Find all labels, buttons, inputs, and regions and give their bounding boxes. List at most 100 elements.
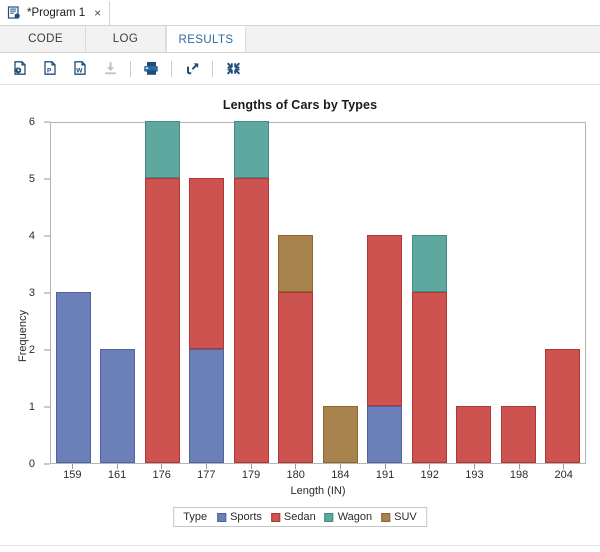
save-as-html-icon[interactable] bbox=[6, 57, 34, 81]
toolbar-separator-3 bbox=[212, 61, 213, 77]
legend-swatch-icon bbox=[325, 513, 334, 522]
x-axis-tick-label: 193 bbox=[452, 469, 497, 481]
bar-stack bbox=[145, 121, 180, 463]
tab-results[interactable]: RESULTS bbox=[166, 26, 246, 52]
bar-group[interactable] bbox=[496, 123, 541, 463]
tab-log-label: LOG bbox=[113, 33, 139, 45]
view-tab-bar: CODE LOG RESULTS bbox=[0, 26, 600, 53]
bar-stack bbox=[412, 235, 447, 463]
bar-segment-sedan[interactable] bbox=[456, 406, 491, 463]
legend-swatch-icon bbox=[381, 513, 390, 522]
tab-code[interactable]: CODE bbox=[6, 26, 86, 52]
save-as-pdf-icon[interactable]: P bbox=[36, 57, 64, 81]
bar-group[interactable] bbox=[51, 123, 96, 463]
legend-item-sedan[interactable]: Sedan bbox=[271, 511, 316, 523]
legend-item-label: Sedan bbox=[284, 511, 316, 523]
bar-segment-wagon[interactable] bbox=[145, 121, 180, 178]
legend-item-label: SUV bbox=[394, 511, 417, 523]
y-axis-tick-label: 5 bbox=[29, 173, 35, 185]
results-output-panel: Lengths of Cars by Types 0123456 Frequen… bbox=[0, 85, 600, 552]
bar-segment-wagon[interactable] bbox=[412, 235, 447, 292]
y-axis-tick-label: 1 bbox=[29, 401, 35, 413]
y-axis-tick-label: 6 bbox=[29, 116, 35, 128]
legend-swatch-icon bbox=[271, 513, 280, 522]
sas-program-icon bbox=[7, 6, 21, 20]
bar-segment-sedan[interactable] bbox=[545, 349, 580, 463]
download-icon bbox=[96, 57, 124, 81]
y-axis-tick-label: 2 bbox=[29, 344, 35, 356]
bar-group[interactable] bbox=[185, 123, 230, 463]
open-in-new-window-icon[interactable] bbox=[178, 57, 206, 81]
x-axis-tick-label: 176 bbox=[139, 469, 184, 481]
bar-segment-sports[interactable] bbox=[367, 406, 402, 463]
program-tab-program-1[interactable]: *Program 1 × bbox=[0, 1, 110, 25]
bar-segment-sedan[interactable] bbox=[145, 178, 180, 463]
bar-stack bbox=[234, 121, 269, 463]
bar-segment-suv[interactable] bbox=[323, 406, 358, 463]
tab-log[interactable]: LOG bbox=[86, 26, 166, 52]
bar-group[interactable] bbox=[452, 123, 497, 463]
bar-segment-sedan[interactable] bbox=[412, 292, 447, 463]
stacked-bar-chart: 0123456 Frequency 1591611761771791801841… bbox=[0, 85, 600, 552]
tab-code-label: CODE bbox=[28, 33, 63, 45]
y-axis-title: Frequency bbox=[17, 266, 29, 406]
results-toolbar: P W bbox=[0, 53, 600, 85]
x-axis-tick-label: 191 bbox=[363, 469, 408, 481]
y-axis-tick-label: 4 bbox=[29, 230, 35, 242]
legend-title: Type bbox=[183, 511, 207, 523]
bar-segment-wagon[interactable] bbox=[234, 121, 269, 178]
legend-item-suv[interactable]: SUV bbox=[381, 511, 417, 523]
bar-segment-sports[interactable] bbox=[189, 349, 224, 463]
y-axis: 0123456 Frequency bbox=[0, 122, 44, 464]
x-axis-tick-label: 180 bbox=[273, 469, 318, 481]
bar-group[interactable] bbox=[96, 123, 141, 463]
bar-segment-sedan[interactable] bbox=[278, 292, 313, 463]
bar-group[interactable] bbox=[140, 123, 185, 463]
bar-group[interactable] bbox=[407, 123, 452, 463]
bar-segment-sedan[interactable] bbox=[189, 178, 224, 349]
bar-stack bbox=[56, 292, 91, 463]
bar-group[interactable] bbox=[541, 123, 586, 463]
legend-swatch-icon bbox=[217, 513, 226, 522]
x-axis-tick-label: 161 bbox=[95, 469, 140, 481]
bar-stack bbox=[278, 235, 313, 463]
bar-segment-suv[interactable] bbox=[278, 235, 313, 292]
y-axis-tick-label: 0 bbox=[29, 458, 35, 470]
bar-stack bbox=[100, 349, 135, 463]
panel-bottom-strip bbox=[0, 545, 600, 552]
program-tab-label: *Program 1 bbox=[27, 7, 85, 19]
x-axis-tick-label: 159 bbox=[50, 469, 95, 481]
plot-area bbox=[50, 122, 586, 464]
x-axis-tick-label: 198 bbox=[497, 469, 542, 481]
bar-segment-sedan[interactable] bbox=[501, 406, 536, 463]
bar-segment-sports[interactable] bbox=[56, 292, 91, 463]
legend-item-label: Sports bbox=[230, 511, 262, 523]
bar-segment-sedan[interactable] bbox=[367, 235, 402, 406]
svg-text:P: P bbox=[47, 68, 52, 75]
x-axis-title: Length (IN) bbox=[50, 485, 586, 497]
collapse-icon[interactable] bbox=[219, 57, 247, 81]
toolbar-separator-1 bbox=[130, 61, 131, 77]
bar-segment-sedan[interactable] bbox=[234, 178, 269, 463]
bar-segment-sports[interactable] bbox=[100, 349, 135, 463]
bar-stack bbox=[367, 235, 402, 463]
x-axis-tick-label: 179 bbox=[229, 469, 274, 481]
program-tab-bar: *Program 1 × bbox=[0, 0, 600, 26]
x-axis-tick-label: 204 bbox=[541, 469, 586, 481]
bar-group[interactable] bbox=[274, 123, 319, 463]
legend-item-sports[interactable]: Sports bbox=[217, 511, 262, 523]
close-icon[interactable]: × bbox=[91, 7, 101, 19]
bar-group[interactable] bbox=[363, 123, 408, 463]
bar-group[interactable] bbox=[318, 123, 363, 463]
x-axis-ticklabels: 159161176177179180184191192193198204 bbox=[50, 469, 586, 481]
bars-layer bbox=[51, 123, 585, 463]
tab-results-label: RESULTS bbox=[179, 34, 234, 46]
bar-group[interactable] bbox=[229, 123, 274, 463]
print-icon[interactable] bbox=[137, 57, 165, 81]
legend-item-wagon[interactable]: Wagon bbox=[325, 511, 372, 523]
save-as-word-icon[interactable]: W bbox=[66, 57, 94, 81]
sas-studio-window: *Program 1 × CODE LOG RESULTS bbox=[0, 0, 600, 552]
x-axis-tick-label: 192 bbox=[407, 469, 452, 481]
bar-stack bbox=[545, 349, 580, 463]
legend-item-label: Wagon bbox=[338, 511, 372, 523]
